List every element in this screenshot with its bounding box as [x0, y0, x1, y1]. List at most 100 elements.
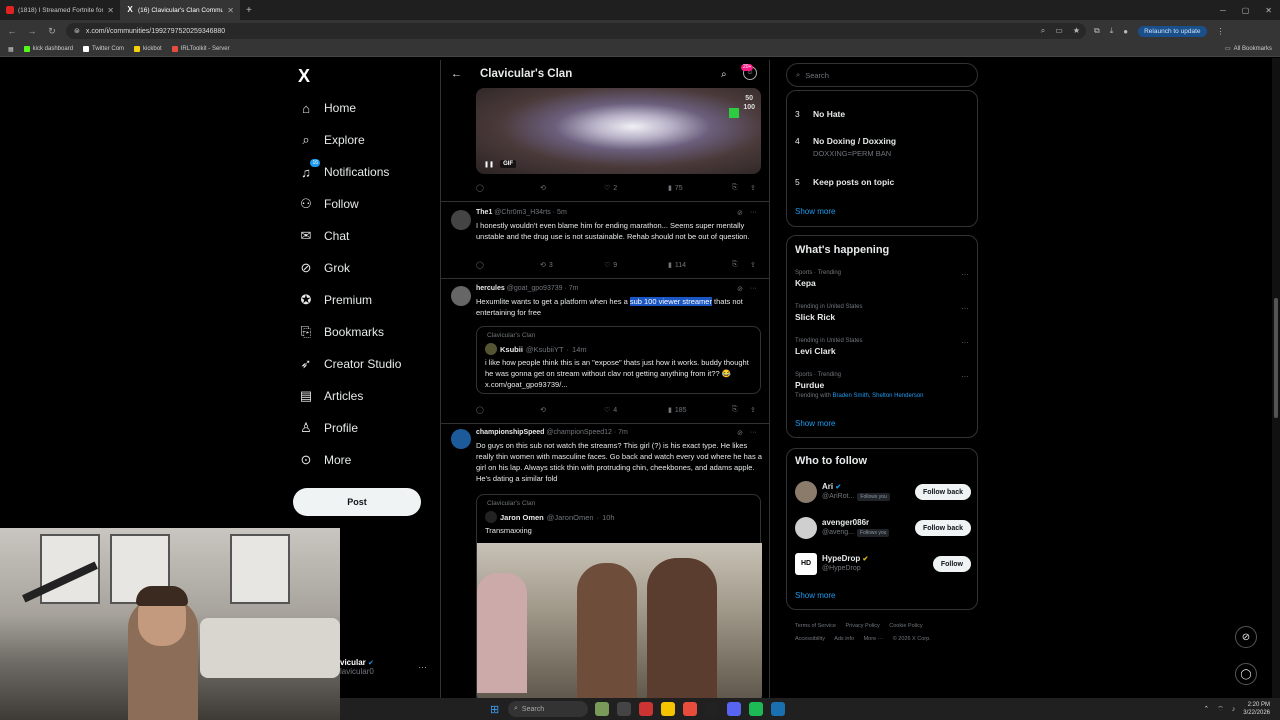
account-more-icon[interactable]: ···: [418, 662, 427, 672]
tweet-time[interactable]: 7m: [618, 429, 628, 436]
apps-icon[interactable]: ▦: [8, 46, 14, 53]
footer-link[interactable]: Privacy Policy: [846, 623, 880, 629]
follow-suggestion[interactable]: avenger086r @aveng... Follows you Follow …: [795, 517, 971, 543]
widgets-icon[interactable]: [595, 702, 609, 716]
author-name[interactable]: championshipSpeed: [476, 429, 544, 436]
quoted-tweet[interactable]: Clavicular's Clan Ksubii @KsubiiYT · 14m…: [476, 326, 761, 394]
volume-icon[interactable]: ♪: [1232, 706, 1236, 713]
sidebar-item-notifications[interactable]: ♫ 16 Notifications: [298, 158, 389, 184]
download-icon[interactable]: ⤓: [1110, 26, 1114, 36]
sidebar-item-bookmarks[interactable]: ⎘ Bookmarks: [298, 320, 384, 344]
bookmark-kickbot[interactable]: kickbot: [134, 46, 162, 52]
scrollbar-thumb[interactable]: [1274, 298, 1278, 418]
scrollbar[interactable]: [1272, 58, 1280, 698]
repost-button[interactable]: ⟲ 3: [540, 261, 604, 270]
trend-item[interactable]: Sports · Trending Purdue Trending with B…: [795, 372, 971, 399]
sidebar-item-chat[interactable]: ✉ Chat: [298, 224, 350, 248]
footer-link[interactable]: Cookie Policy: [889, 623, 922, 629]
cast-icon[interactable]: ▭: [1055, 26, 1063, 36]
grok-icon[interactable]: ⊘: [737, 285, 743, 293]
grok-icon[interactable]: ⊘: [737, 209, 743, 217]
close-icon[interactable]: ✕: [107, 6, 114, 15]
bookmark-irltoolkit[interactable]: IRLToolkit - Server: [171, 46, 230, 52]
author-name[interactable]: The1: [476, 209, 492, 216]
repost-button[interactable]: ⟲: [540, 406, 604, 414]
trend-item[interactable]: Trending in United States Levi Clark ···: [795, 338, 971, 356]
discord-icon[interactable]: [727, 702, 741, 716]
quoted-tweet[interactable]: Clavicular's Clan Jaron Omen @JaronOmen …: [476, 494, 762, 700]
quote-image[interactable]: [477, 543, 762, 700]
site-info-icon[interactable]: ⊜: [74, 27, 80, 35]
windows-start-icon[interactable]: ⊞: [490, 703, 499, 716]
author-handle[interactable]: @Chr0m3_H34rts: [494, 209, 551, 216]
reply-button[interactable]: ◯: [476, 184, 540, 192]
pause-icon[interactable]: ❚❚: [484, 161, 494, 168]
sidebar-item-profile[interactable]: ♙ Profile: [298, 416, 358, 440]
close-window-icon[interactable]: ✕: [1265, 6, 1272, 15]
menu-icon[interactable]: ⋮: [1217, 27, 1225, 36]
more-icon[interactable]: ···: [750, 285, 757, 293]
follow-back-button[interactable]: Follow back: [914, 520, 971, 536]
bookmark-button[interactable]: ⎘: [732, 406, 750, 414]
close-icon[interactable]: ✕: [227, 6, 234, 15]
url-field[interactable]: ⊜ x.com/i/communities/199279752025934688…: [66, 23, 1086, 39]
sidebar-item-articles[interactable]: ▤ Articles: [298, 384, 364, 408]
sidebar-item-follow[interactable]: ⚇ Follow: [298, 192, 359, 216]
author-handle[interactable]: @goat_gpo93739: [507, 285, 563, 292]
tweet-time[interactable]: 7m: [569, 285, 579, 292]
more-icon[interactable]: ···: [750, 209, 757, 217]
author-handle[interactable]: @championSpeed12: [546, 429, 612, 436]
new-tab-icon[interactable]: +: [240, 5, 258, 16]
footer-link[interactable]: Accessibility: [795, 636, 825, 642]
back-arrow-icon[interactable]: ←: [451, 68, 462, 80]
grok-icon[interactable]: ⊘: [737, 429, 743, 437]
show-more-link[interactable]: Show more: [795, 591, 835, 600]
spotify-icon[interactable]: [749, 702, 763, 716]
x-logo[interactable]: X: [298, 66, 310, 87]
more-icon[interactable]: ···: [961, 304, 969, 313]
sidebar-item-creator-studio[interactable]: ➶ Creator Studio: [298, 352, 402, 376]
chrome-icon[interactable]: [683, 702, 697, 716]
follow-back-button[interactable]: Follow back: [914, 484, 971, 500]
bookmark-button[interactable]: ⎘: [732, 261, 750, 269]
like-button[interactable]: ♡ 9: [604, 261, 668, 270]
bookmark-kick-dashboard[interactable]: kick dashboard: [23, 46, 73, 52]
profile-icon[interactable]: ●: [1123, 27, 1128, 36]
clock[interactable]: 2:20 PM 3/22/2026: [1243, 701, 1270, 717]
gif-media[interactable]: 50 100 ❚❚ GIF: [476, 88, 761, 174]
footer-link[interactable]: More ···: [864, 636, 884, 642]
show-more-link[interactable]: Show more: [795, 207, 835, 216]
app-icon[interactable]: [705, 702, 719, 716]
search-icon[interactable]: ⌕: [721, 69, 727, 80]
messages-fab-icon[interactable]: ◯: [1235, 663, 1257, 685]
sidebar-item-explore[interactable]: ⌕ Explore: [298, 128, 364, 152]
maximize-icon[interactable]: ▢: [1242, 6, 1250, 15]
follow-suggestion[interactable]: Ari ✔ @AriRot... Follows you Follow back: [795, 481, 971, 507]
views-button[interactable]: ▮ 75: [668, 184, 732, 193]
grok-fab-icon[interactable]: ⊘: [1235, 626, 1257, 648]
network-icon[interactable]: ⌔: [1217, 705, 1224, 714]
sidebar-item-more[interactable]: ⊙ More: [298, 448, 352, 472]
tweet-time[interactable]: 5m: [557, 209, 567, 216]
obs-icon[interactable]: [639, 702, 653, 716]
zoom-icon[interactable]: ⌕: [1041, 26, 1045, 36]
share-button[interactable]: ⇪: [750, 184, 756, 192]
like-button[interactable]: ♡ 2: [604, 184, 668, 193]
like-button[interactable]: ♡ 4: [604, 406, 668, 415]
bookmark-button[interactable]: ⎘: [732, 184, 750, 192]
repost-button[interactable]: ⟲: [540, 184, 604, 192]
all-bookmarks[interactable]: ▭ All Bookmarks: [1225, 45, 1272, 53]
forward-icon[interactable]: →: [26, 26, 38, 36]
search-input[interactable]: ⌕ Search: [786, 63, 978, 87]
star-icon[interactable]: ★: [1073, 26, 1080, 36]
views-button[interactable]: ▮ 185: [668, 406, 732, 415]
follow-button[interactable]: Follow: [932, 556, 971, 572]
taskbar-search[interactable]: ⌕ Search: [508, 701, 588, 717]
avatar[interactable]: [451, 286, 471, 306]
footer-link[interactable]: Terms of Service: [795, 623, 836, 629]
back-icon[interactable]: ←: [6, 26, 18, 36]
calculator-icon[interactable]: [771, 702, 785, 716]
sidebar-item-premium[interactable]: ✪ Premium: [298, 288, 372, 312]
file-explorer-icon[interactable]: [617, 702, 631, 716]
author-name[interactable]: hercules: [476, 285, 505, 292]
